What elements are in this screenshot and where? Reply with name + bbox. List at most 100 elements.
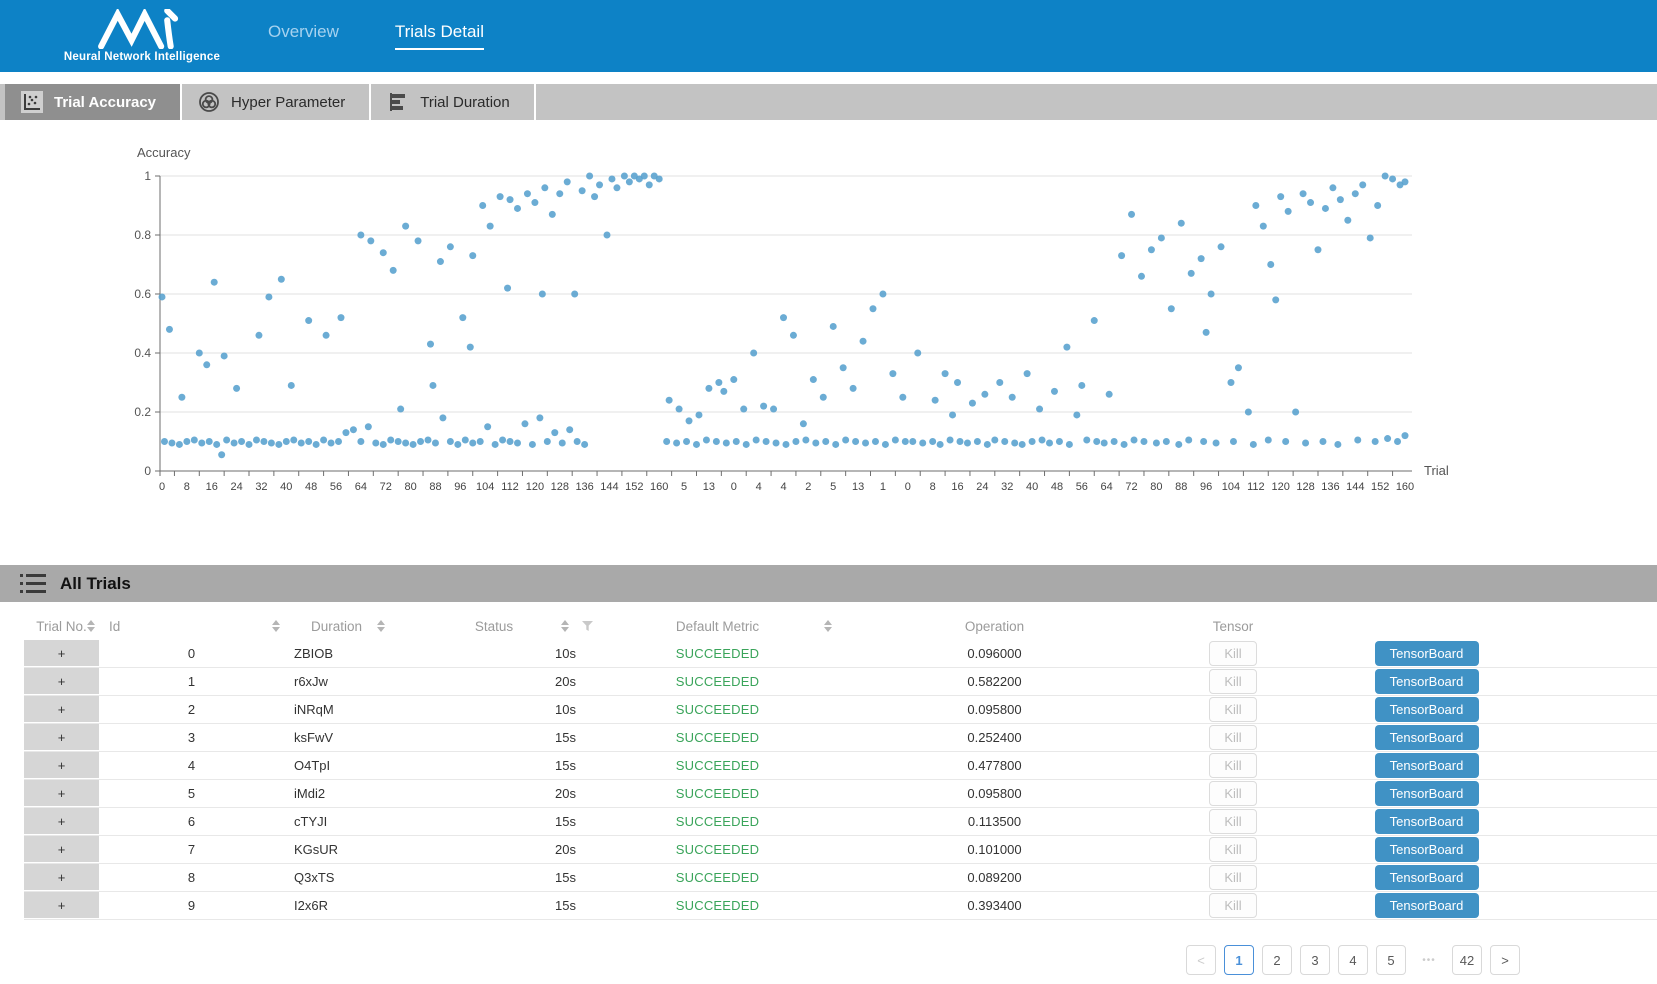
tensorboard-button[interactable]: TensorBoard bbox=[1375, 669, 1479, 694]
scatter-point bbox=[387, 437, 394, 444]
col-label-status: Status bbox=[475, 619, 513, 634]
tab-trial-accuracy[interactable]: Trial Accuracy bbox=[5, 84, 182, 120]
row-expander[interactable]: + bbox=[24, 808, 99, 835]
scatter-point bbox=[723, 439, 730, 446]
page-ellipsis[interactable]: ••• bbox=[1414, 945, 1444, 975]
row-expander[interactable]: + bbox=[24, 836, 99, 863]
page-button-42[interactable]: 42 bbox=[1452, 945, 1482, 975]
page-button-2[interactable]: 2 bbox=[1262, 945, 1292, 975]
scatter-point bbox=[221, 352, 228, 359]
sort-icon-id[interactable] bbox=[272, 620, 280, 632]
scatter-point bbox=[686, 417, 693, 424]
row-expander[interactable]: + bbox=[24, 752, 99, 779]
accuracy-chart[interactable]: Accuracy00.20.40.60.81081624324048566472… bbox=[0, 120, 1657, 520]
kill-button[interactable]: Kill bbox=[1209, 837, 1257, 862]
scatter-point bbox=[852, 438, 859, 445]
table-row: +6cTYJI15sSUCCEEDED0.113500KillTensorBoa… bbox=[24, 808, 1657, 836]
tensorboard-button[interactable]: TensorBoard bbox=[1375, 837, 1479, 862]
kill-button[interactable]: Kill bbox=[1209, 697, 1257, 722]
scatter-point bbox=[410, 441, 417, 448]
page-next-button[interactable]: > bbox=[1490, 945, 1520, 975]
page-button-3[interactable]: 3 bbox=[1300, 945, 1330, 975]
x-tick-label: 96 bbox=[454, 481, 466, 493]
filter-icon-status[interactable] bbox=[582, 621, 593, 631]
page-button-5[interactable]: 5 bbox=[1376, 945, 1406, 975]
table-row: +0ZBIOB10sSUCCEEDED0.096000KillTensorBoa… bbox=[24, 640, 1657, 668]
scatter-point bbox=[337, 314, 344, 321]
cell-trial-no: 9 bbox=[99, 892, 284, 919]
scatter-point bbox=[206, 438, 213, 445]
kill-button[interactable]: Kill bbox=[1209, 669, 1257, 694]
table-row: +7KGsUR20sSUCCEEDED0.101000KillTensorBoa… bbox=[24, 836, 1657, 864]
scatter-point bbox=[720, 388, 727, 395]
app-header: Neural Network Intelligence OverviewTria… bbox=[0, 0, 1657, 72]
tab-hyper-parameter[interactable]: Hyper Parameter bbox=[182, 84, 371, 120]
scatter-point bbox=[529, 441, 536, 448]
cell-default-metric: 0.477800 bbox=[836, 752, 1153, 779]
tensorboard-button[interactable]: TensorBoard bbox=[1375, 781, 1479, 806]
cell-trial-no: 5 bbox=[99, 780, 284, 807]
kill-button[interactable]: Kill bbox=[1209, 753, 1257, 778]
x-tick-label: 32 bbox=[255, 481, 267, 493]
cell-operation: Kill bbox=[1153, 808, 1313, 835]
row-expander[interactable]: + bbox=[24, 640, 99, 667]
page-button-1[interactable]: 1 bbox=[1224, 945, 1254, 975]
scatter-point bbox=[947, 437, 954, 444]
sort-icon-duration[interactable] bbox=[377, 620, 385, 632]
scatter-point bbox=[1282, 438, 1289, 445]
x-tick-label: 24 bbox=[976, 481, 988, 493]
scatter-point bbox=[1019, 441, 1026, 448]
kill-button[interactable]: Kill bbox=[1209, 865, 1257, 890]
scatter-point bbox=[830, 323, 837, 330]
tensorboard-button[interactable]: TensorBoard bbox=[1375, 725, 1479, 750]
x-tick-label: 2 bbox=[805, 481, 811, 493]
page-prev-button[interactable]: < bbox=[1186, 945, 1216, 975]
scatter-point bbox=[626, 178, 633, 185]
row-expander[interactable]: + bbox=[24, 780, 99, 807]
caret-down-icon bbox=[377, 627, 385, 632]
tensorboard-button[interactable]: TensorBoard bbox=[1375, 893, 1479, 918]
cell-default-metric: 0.095800 bbox=[836, 780, 1153, 807]
row-expander[interactable]: + bbox=[24, 864, 99, 891]
scatter-point bbox=[932, 397, 939, 404]
top-nav: Overview Trials Detail bbox=[268, 22, 484, 50]
kill-button[interactable]: Kill bbox=[1209, 725, 1257, 750]
sort-icon-no[interactable] bbox=[87, 620, 95, 632]
col-header-id: Id bbox=[99, 612, 284, 640]
kill-button[interactable]: Kill bbox=[1209, 781, 1257, 806]
tensorboard-button[interactable]: TensorBoard bbox=[1375, 697, 1479, 722]
nni-logo bbox=[94, 9, 190, 49]
kill-button[interactable]: Kill bbox=[1209, 893, 1257, 918]
tab-trial-duration[interactable]: Trial Duration bbox=[371, 84, 535, 120]
scatter-point bbox=[328, 439, 335, 446]
row-expander[interactable]: + bbox=[24, 724, 99, 751]
scatter-point bbox=[869, 305, 876, 312]
scatter-point bbox=[1163, 438, 1170, 445]
page-button-4[interactable]: 4 bbox=[1338, 945, 1368, 975]
kill-button[interactable]: Kill bbox=[1209, 641, 1257, 666]
scatter-point bbox=[608, 175, 615, 182]
scatter-point bbox=[290, 437, 297, 444]
nav-item-trials-detail[interactable]: Trials Detail bbox=[395, 22, 484, 50]
nav-item-overview[interactable]: Overview bbox=[268, 22, 339, 50]
tensorboard-button[interactable]: TensorBoard bbox=[1375, 809, 1479, 834]
tensorboard-button[interactable]: TensorBoard bbox=[1375, 753, 1479, 778]
sort-icon-metric[interactable] bbox=[824, 620, 832, 632]
scatter-point bbox=[549, 211, 556, 218]
scatter-point bbox=[198, 439, 205, 446]
row-expander[interactable]: + bbox=[24, 892, 99, 919]
scatter-point bbox=[497, 193, 504, 200]
scatter-point bbox=[231, 439, 238, 446]
tensorboard-button[interactable]: TensorBoard bbox=[1375, 641, 1479, 666]
kill-button[interactable]: Kill bbox=[1209, 809, 1257, 834]
tensorboard-button[interactable]: TensorBoard bbox=[1375, 865, 1479, 890]
sort-icon-status[interactable] bbox=[561, 620, 569, 632]
scatter-point bbox=[1300, 190, 1307, 197]
scatter-point bbox=[666, 397, 673, 404]
row-expander[interactable]: + bbox=[24, 696, 99, 723]
row-expander[interactable]: + bbox=[24, 668, 99, 695]
scatter-point bbox=[1093, 438, 1100, 445]
scatter-point bbox=[743, 441, 750, 448]
scatter-point bbox=[949, 411, 956, 418]
scatter-point bbox=[1148, 246, 1155, 253]
